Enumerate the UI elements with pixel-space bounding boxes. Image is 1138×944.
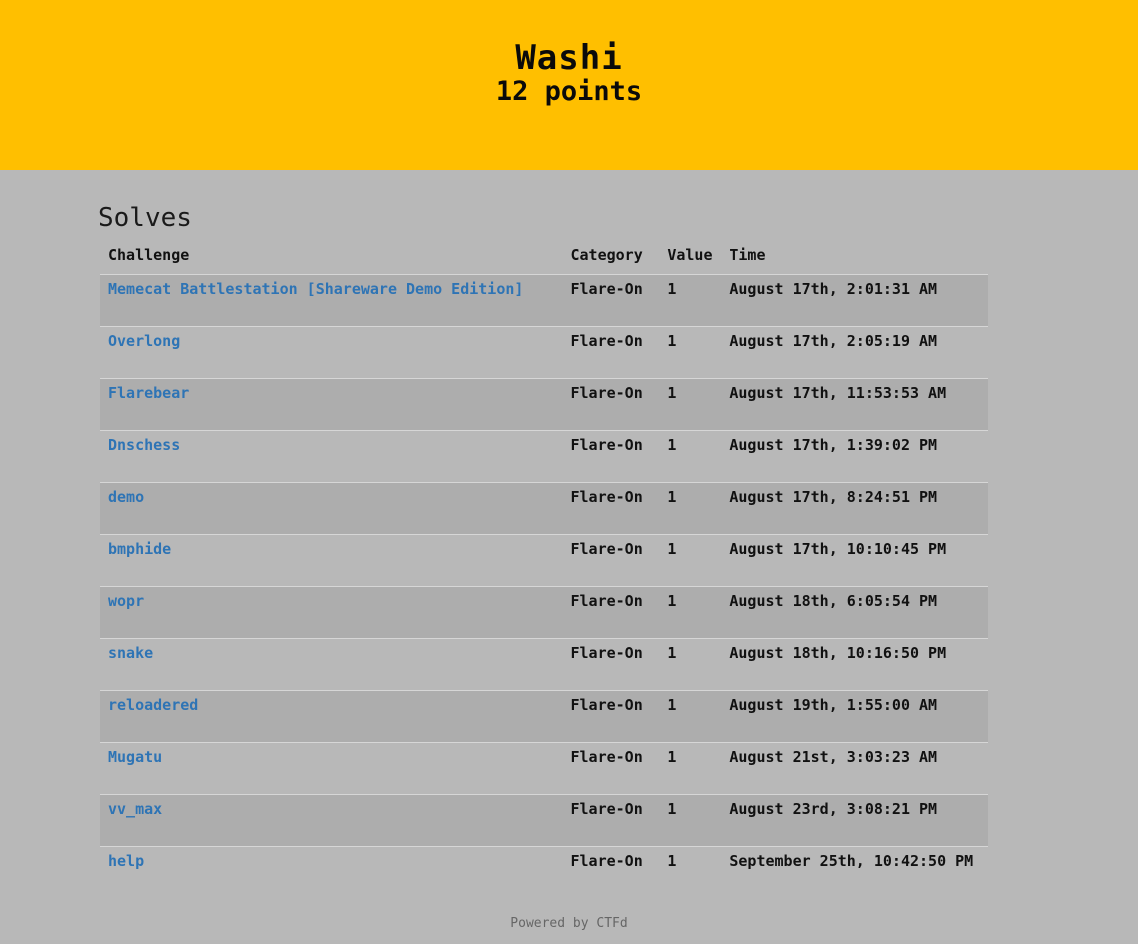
cell-category: Flare-On [562, 534, 660, 587]
cell-time: August 17th, 2:01:31 AM [721, 274, 988, 327]
challenge-link[interactable]: snake [108, 644, 153, 662]
solves-section: Solves Challenge Category Value Time Mem… [98, 200, 988, 898]
cell-value: 1 [659, 430, 722, 483]
table-row: reloadered Flare-On 1 August 19th, 1:55:00 … [100, 690, 988, 743]
table-row: Memecat Battlestation [Shareware Demo Ed… [100, 274, 988, 327]
cell-time: August 19th, 1:55:00 AM [721, 690, 988, 743]
header-value: Value [667, 246, 713, 264]
challenge-link[interactable]: Overlong [108, 332, 180, 350]
cell-value: 1 [659, 326, 722, 379]
cell-category: Flare-On [562, 482, 660, 535]
cell-value: 1 [659, 690, 722, 743]
header-challenge: Challenge [108, 246, 190, 264]
cell-time: August 17th, 11:53:53 AM [721, 378, 988, 431]
cell-time: September 25th, 10:42:50 PM [721, 846, 988, 898]
cell-value: 1 [659, 378, 722, 431]
cell-challenge: Overlong [100, 326, 563, 379]
cell-time: August 21st, 3:03:23 AM [721, 742, 988, 795]
challenge-link[interactable]: vv_max [108, 800, 162, 818]
header-category: Category [570, 246, 643, 264]
footer-powered-by: Powered by CTFd [510, 916, 628, 931]
challenge-link[interactable]: Flarebear [108, 384, 189, 402]
cell-time: August 17th, 1:39:02 PM [721, 430, 988, 483]
table-row: wopr Flare-On 1 August 18th, 6:05:54 PM [100, 586, 988, 639]
cell-category: Flare-On [562, 430, 660, 483]
solves-table: Challenge Category Value Time Memecat Ba… [100, 244, 988, 898]
cell-challenge: snake [100, 638, 563, 691]
table-row: Overlong Flare-On 1 August 17th, 2:05:19 AM [100, 326, 988, 379]
cell-category: Flare-On [562, 846, 660, 898]
table-row: help Flare-On 1 September 25th, 10:42:50 PM [100, 846, 988, 898]
challenge-link[interactable]: Mugatu [108, 748, 162, 766]
cell-time: August 18th, 6:05:54 PM [721, 586, 988, 639]
cell-challenge: bmphide [100, 534, 563, 587]
table-row: demo Flare-On 1 August 17th, 8:24:51 PM [100, 482, 988, 535]
cell-time: August 17th, 2:05:19 AM [721, 326, 988, 379]
solves-table-body: Memecat Battlestation [Shareware Demo Ed… [100, 274, 988, 898]
challenge-link[interactable]: wopr [108, 592, 144, 610]
header-time: Time [729, 246, 766, 264]
cell-category: Flare-On [562, 638, 660, 691]
table-row: Dnschess Flare-On 1 August 17th, 1:39:02 PM [100, 430, 988, 483]
cell-value: 1 [659, 638, 722, 691]
challenge-link[interactable]: demo [108, 488, 144, 506]
cell-category: Flare-On [562, 326, 660, 379]
cell-challenge: Mugatu [100, 742, 563, 795]
cell-time: August 17th, 8:24:51 PM [721, 482, 988, 535]
cell-value: 1 [659, 586, 722, 639]
cell-challenge: help [100, 846, 563, 898]
cell-challenge: Dnschess [100, 430, 563, 483]
table-row: vv_max Flare-On 1 August 23rd, 3:08:21 PM [100, 794, 988, 847]
cell-challenge: demo [100, 482, 563, 535]
user-points: 12 points [495, 76, 643, 107]
challenge-link[interactable]: help [108, 852, 144, 870]
user-header: Washi 12 points [0, 0, 1138, 170]
cell-time: August 18th, 10:16:50 PM [721, 638, 988, 691]
solves-title: Solves [98, 203, 192, 233]
cell-challenge: reloadered [100, 690, 563, 743]
cell-category: Flare-On [562, 794, 660, 847]
cell-value: 1 [659, 482, 722, 535]
cell-category: Flare-On [562, 690, 660, 743]
table-row: Flarebear Flare-On 1 August 17th, 11:53:53 … [100, 378, 988, 431]
challenge-link[interactable]: Memecat Battlestation [Shareware Demo Ed… [108, 280, 523, 298]
cell-time: August 17th, 10:10:45 PM [721, 534, 988, 587]
cell-value: 1 [659, 274, 722, 327]
cell-challenge: Memecat Battlestation [Shareware Demo Ed… [100, 274, 563, 327]
cell-value: 1 [659, 742, 722, 795]
cell-category: Flare-On [562, 378, 660, 431]
table-row: Mugatu Flare-On 1 August 21st, 3:03:23 AM [100, 742, 988, 795]
cell-category: Flare-On [562, 742, 660, 795]
user-name: Washi [515, 38, 623, 78]
cell-category: Flare-On [562, 586, 660, 639]
table-row: bmphide Flare-On 1 August 17th, 10:10:45 PM [100, 534, 988, 587]
cell-value: 1 [659, 846, 722, 898]
cell-challenge: vv_max [100, 794, 563, 847]
challenge-link[interactable]: Dnschess [108, 436, 180, 454]
challenge-link[interactable]: bmphide [108, 540, 171, 558]
cell-value: 1 [659, 534, 722, 587]
cell-challenge: Flarebear [100, 378, 563, 431]
cell-time: August 23rd, 3:08:21 PM [721, 794, 988, 847]
cell-value: 1 [659, 794, 722, 847]
table-row: snake Flare-On 1 August 18th, 10:16:50 PM [100, 638, 988, 691]
challenge-link[interactable]: reloadered [108, 696, 198, 714]
cell-challenge: wopr [100, 586, 563, 639]
table-header-row: Challenge Category Value Time [100, 244, 988, 275]
cell-category: Flare-On [562, 274, 660, 327]
